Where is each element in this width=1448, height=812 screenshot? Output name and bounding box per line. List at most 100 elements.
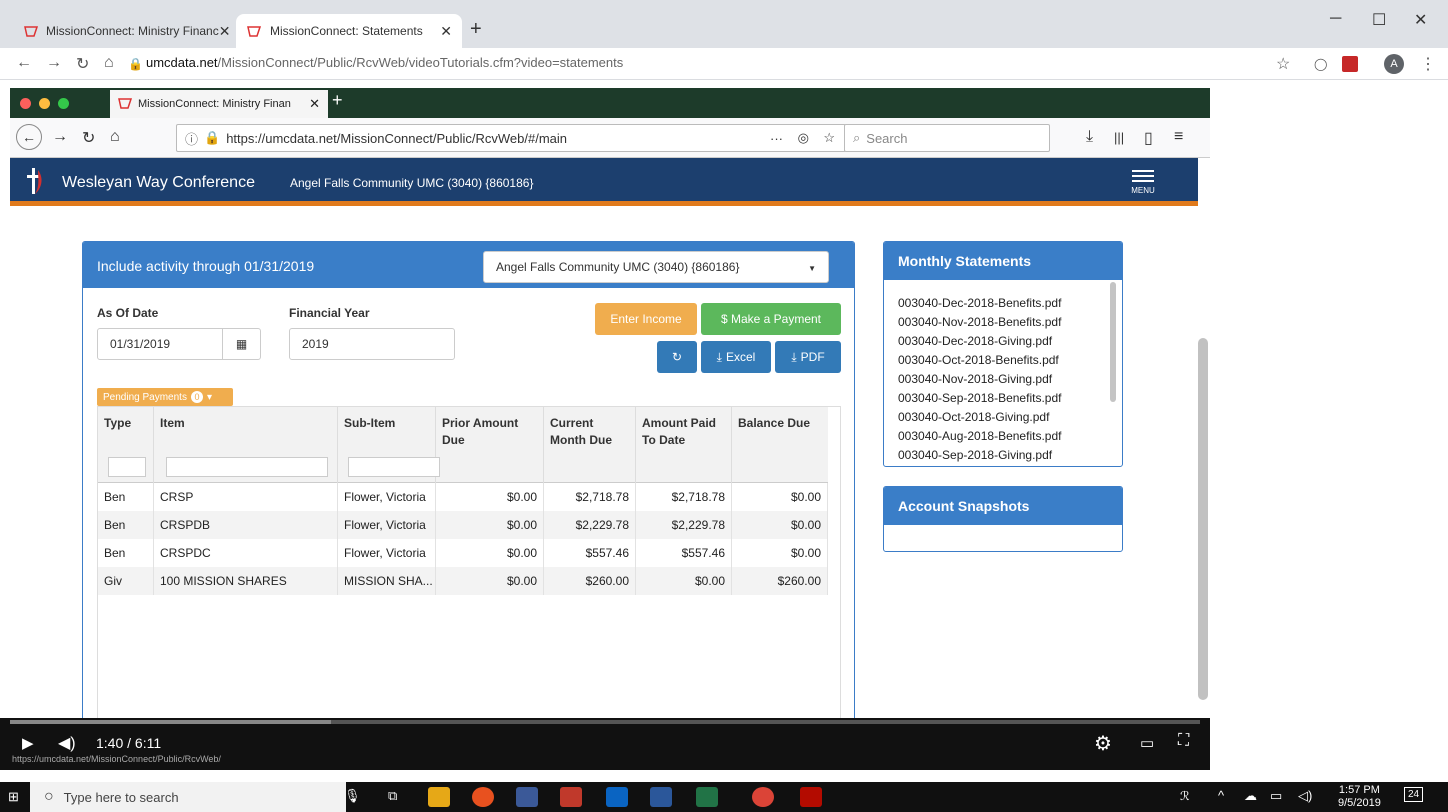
bookmark-star-icon[interactable]: ☆ xyxy=(1276,54,1290,74)
make-payment-button[interactable]: $ Make a Payment xyxy=(701,303,841,335)
calendar-icon[interactable]: ▦ xyxy=(222,329,260,359)
outer-tab-statements[interactable]: MissionConnect: Statements ✕ xyxy=(236,14,462,48)
reload-icon[interactable]: ↻ xyxy=(82,128,95,148)
umc-logo-icon xyxy=(246,24,262,38)
acrobat-icon[interactable] xyxy=(800,787,822,807)
church-select[interactable]: Angel Falls Community UMC (3040) {860186… xyxy=(483,251,829,283)
extension-icon[interactable]: ◯ xyxy=(1314,57,1327,71)
volume-icon[interactable]: ◀) xyxy=(58,733,76,753)
statement-list-scrollbar[interactable] xyxy=(1110,282,1116,402)
sidebar-icon[interactable]: ▯ xyxy=(1144,128,1153,148)
tray-chevron-icon[interactable]: ^ xyxy=(1218,788,1224,803)
statement-file-link[interactable]: 003040-Oct-2018-Benefits.pdf xyxy=(898,351,1061,370)
pending-payments-dropdown[interactable]: Pending Payments 0 ▾ xyxy=(97,388,233,406)
inner-url-field[interactable]: ⓘ 🔒 https://umcdata.net/MissionConnect/P… xyxy=(176,124,846,152)
statement-file-link[interactable]: 003040-Dec-2018-Benefits.pdf xyxy=(898,294,1061,313)
volume-tray-icon[interactable]: ◁) xyxy=(1298,788,1312,804)
close-icon[interactable]: ✕ xyxy=(309,96,320,112)
microphone-icon[interactable]: 🎙 xyxy=(344,788,361,804)
column-header-current-month-due[interactable]: Current Month Due xyxy=(544,407,636,483)
video-progress-bar[interactable] xyxy=(10,720,1200,724)
enter-income-button[interactable]: Enter Income xyxy=(595,303,697,335)
statement-file-link[interactable]: 003040-Oct-2018-Giving.pdf xyxy=(898,408,1061,427)
statement-file-link[interactable]: 003040-Sep-2018-Giving.pdf xyxy=(898,446,1061,465)
task-view-icon[interactable]: ⧉ xyxy=(388,788,397,804)
page-actions-icon[interactable]: ··· xyxy=(770,131,783,146)
table-row[interactable]: Ben CRSPDB Flower, Victoria $0.00 $2,229.78 $… xyxy=(98,511,828,539)
library-icon[interactable]: ||| xyxy=(1114,130,1124,145)
pdf-button[interactable]: ⤓ PDF xyxy=(775,341,841,373)
window-close-icon[interactable]: ✕ xyxy=(1414,10,1427,30)
back-icon[interactable]: ← xyxy=(16,54,32,72)
reload-icon[interactable]: ↻ xyxy=(76,54,89,74)
item-filter-input[interactable] xyxy=(166,457,328,477)
inner-tab-ministry-financial[interactable]: MissionConnect: Ministry Finan ✕ xyxy=(110,90,328,118)
network-icon[interactable]: ▭ xyxy=(1270,788,1282,804)
column-header-balance-due[interactable]: Balance Due xyxy=(732,407,828,483)
outer-tab-ministry-financial[interactable]: MissionConnect: Ministry Financ ✕ xyxy=(14,14,236,48)
refresh-button[interactable]: ↻ xyxy=(657,341,697,373)
statement-file-link[interactable]: 003040-Sep-2018-Benefits.pdf xyxy=(898,389,1061,408)
people-icon[interactable]: ℛ xyxy=(1180,789,1190,803)
column-header-prior-amount-due[interactable]: Prior Amount Due xyxy=(436,407,544,483)
home-icon[interactable]: ⌂ xyxy=(110,128,120,146)
inner-search-field[interactable]: ⌕ Search xyxy=(844,124,1050,152)
table-row[interactable]: Giv 100 MISSION SHARES MISSION SHA... $0.00… xyxy=(98,567,828,595)
extension-red-icon[interactable] xyxy=(1342,56,1358,72)
new-tab-icon[interactable]: + xyxy=(470,18,482,41)
type-filter-input[interactable] xyxy=(108,457,146,477)
settings-gear-icon[interactable]: ⚙ xyxy=(1094,731,1112,756)
cross-flame-logo[interactable] xyxy=(24,166,44,199)
close-icon[interactable]: ✕ xyxy=(219,23,231,40)
miniplayer-icon[interactable]: ▭ xyxy=(1140,734,1154,752)
dropdown-arrow-icon: ▼ xyxy=(808,264,816,273)
mac-zoom-dot[interactable] xyxy=(58,98,69,109)
file-explorer-icon[interactable] xyxy=(428,787,450,807)
bookmark-star-icon[interactable]: ☆ xyxy=(823,130,835,146)
onedrive-icon[interactable]: ☁ xyxy=(1244,788,1257,804)
financial-year-input[interactable]: 2019 xyxy=(289,328,455,360)
chrome-icon[interactable] xyxy=(752,787,774,807)
app-icon-blue[interactable] xyxy=(516,787,538,807)
windows-start-icon[interactable]: ⊞ xyxy=(8,789,19,805)
umc-app-icon[interactable] xyxy=(560,787,582,807)
play-icon[interactable]: ▶ xyxy=(22,734,34,752)
home-icon[interactable]: ⌂ xyxy=(104,54,114,72)
table-row[interactable]: Ben CRSP Flower, Victoria $0.00 $2,718.78 $2,… xyxy=(98,483,828,511)
statement-file-link[interactable]: 003040-Nov-2018-Giving.pdf xyxy=(898,370,1061,389)
outer-url[interactable]: umcdata.net/MissionConnect/Public/RcvWeb… xyxy=(146,55,623,70)
mac-close-dot[interactable] xyxy=(20,98,31,109)
chrome-menu-icon[interactable]: ⋮ xyxy=(1420,54,1436,74)
word-icon[interactable] xyxy=(650,787,672,807)
close-icon[interactable]: ✕ xyxy=(440,23,452,40)
taskbar-clock[interactable]: 1:57 PM 9/5/2019 xyxy=(1338,784,1381,810)
fullscreen-icon[interactable]: ⛶ xyxy=(1178,732,1189,750)
notification-center-icon[interactable]: 24 xyxy=(1404,787,1424,802)
mac-minimize-dot[interactable] xyxy=(39,98,50,109)
statement-file-link[interactable]: 003040-Dec-2018-Giving.pdf xyxy=(898,332,1061,351)
statement-file-link[interactable]: 003040-Aug-2018-Benefits.pdf xyxy=(898,427,1061,446)
excel-button[interactable]: ⤓ Excel xyxy=(701,341,771,373)
excel-icon[interactable] xyxy=(696,787,718,807)
as-of-date-input[interactable]: 01/31/2019 ▦ xyxy=(97,328,261,360)
back-icon[interactable]: ← xyxy=(16,124,42,150)
new-tab-icon[interactable]: + xyxy=(332,90,343,111)
minimize-icon[interactable]: ─ xyxy=(1330,10,1341,28)
download-icon[interactable]: ⤓ xyxy=(1086,128,1093,146)
menu-button[interactable]: MENU xyxy=(1128,168,1158,195)
outlook-icon[interactable] xyxy=(606,787,628,807)
column-header-amount-paid[interactable]: Amount Paid To Date xyxy=(636,407,732,483)
table-row[interactable]: Ben CRSPDC Flower, Victoria $0.00 $557.46 $55… xyxy=(98,539,828,567)
forward-icon[interactable]: → xyxy=(52,128,68,146)
profile-avatar[interactable]: A xyxy=(1384,54,1404,74)
maximize-icon[interactable]: ☐ xyxy=(1372,10,1386,30)
windows-taskbar: ⊞ ○ Type here to search 🎙 ⧉ ℛ ^ ☁ ▭ ◁) 1… xyxy=(0,782,1448,812)
firefox-menu-icon[interactable]: ≡ xyxy=(1174,128,1183,146)
page-scrollbar[interactable] xyxy=(1198,338,1208,700)
sub-item-filter-input[interactable] xyxy=(348,457,440,477)
pocket-icon[interactable]: ◎ xyxy=(798,130,809,146)
taskbar-search[interactable]: ○ Type here to search xyxy=(30,782,346,812)
forward-icon[interactable]: → xyxy=(46,54,62,72)
app-icon-orange[interactable] xyxy=(472,787,494,807)
statement-file-link[interactable]: 003040-Nov-2018-Benefits.pdf xyxy=(898,313,1061,332)
